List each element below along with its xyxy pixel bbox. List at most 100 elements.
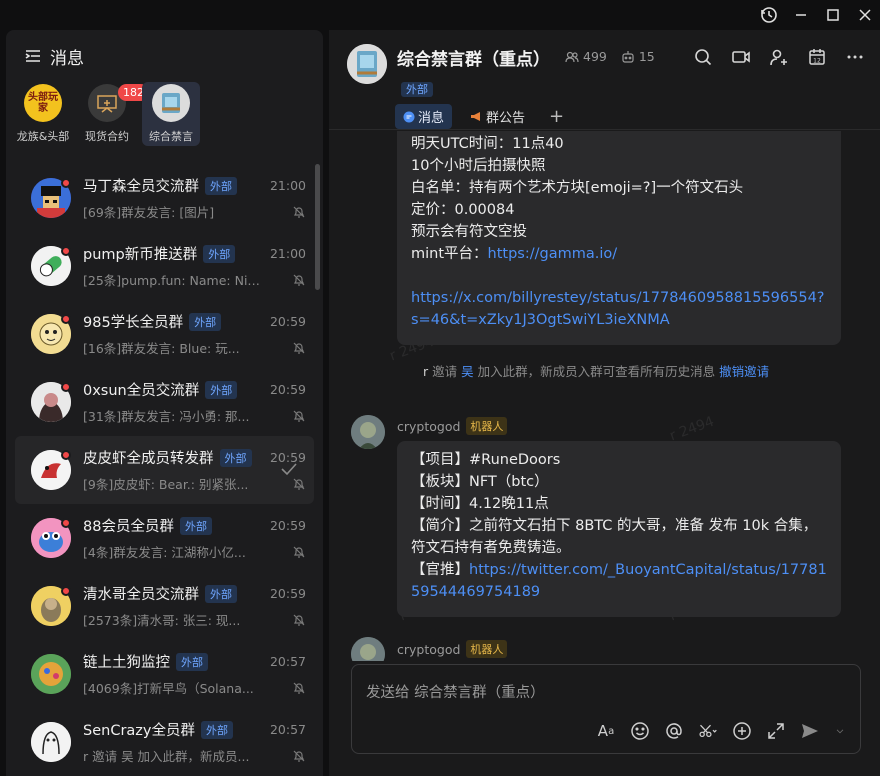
- message-composer[interactable]: 发送给 综合禁言群（重点） Aa: [351, 664, 861, 754]
- system-verb: 邀请: [432, 364, 458, 379]
- conversation-time: 21:00: [269, 178, 306, 193]
- conversation-item[interactable]: pump新币推送群 外部 21:00 [25条]pump.fun: Name: …: [15, 232, 314, 300]
- svg-text:12: 12: [813, 58, 821, 65]
- avatar[interactable]: [351, 415, 385, 449]
- message-line: 明天UTC时间：11点40: [411, 136, 564, 152]
- avatar: [31, 722, 71, 762]
- bot-count[interactable]: 15: [621, 49, 655, 64]
- message-line: mint平台：: [411, 246, 488, 262]
- message-line: 【板块】NFT（btc）: [411, 474, 549, 490]
- conversation-item[interactable]: 0xsun全员交流群 外部 20:59 [31条]群友发言: 冯小勇: 那...: [15, 368, 314, 436]
- sender-name[interactable]: cryptogod: [397, 419, 460, 434]
- chat-header: 综合禁言群（重点） 499 15 外部 12 消息 群公告 +: [329, 30, 880, 130]
- pinned-chat-3[interactable]: 综合禁言: [142, 82, 200, 146]
- conversation-preview: [31条]群友发言: 冯小勇: 那...: [83, 409, 250, 424]
- conversation-time: 20:59: [269, 382, 306, 397]
- external-tag: 外部: [189, 312, 222, 331]
- add-member-icon[interactable]: [768, 46, 790, 68]
- unread-dot: [61, 314, 71, 324]
- minimize-icon[interactable]: [786, 0, 816, 30]
- conversation-sidebar: 消息 头部玩家 龙族&头部 182 现货合约 综合禁言 马丁森全员交流群 外部 …: [6, 30, 323, 776]
- conversation-item[interactable]: SenCrazy全员群 外部 20:57 r 邀请 吴 加入此群，新成员...: [15, 708, 314, 776]
- conversation-time: 20:59: [269, 314, 306, 329]
- muted-bell-icon: [293, 274, 305, 286]
- pinned-chat-2[interactable]: 182 现货合约: [78, 82, 149, 146]
- external-tag: 外部: [203, 244, 236, 263]
- group-avatar[interactable]: [347, 44, 387, 84]
- message-bubble[interactable]: 明天UTC时间：11点40 10个小时后拍摄快照 白名单：持有两个艺术方块[em…: [397, 131, 841, 345]
- message-sender: cryptogod 机器人: [397, 417, 508, 435]
- conversation-preview: [69条]群友发言: [图片]: [83, 205, 215, 220]
- conversation-name: 88会员全员群: [83, 519, 174, 535]
- close-icon[interactable]: [850, 0, 880, 30]
- external-tag: 外部: [179, 516, 212, 535]
- external-tag: 外部: [200, 720, 233, 739]
- avatar-logo-text: 头部玩家: [28, 92, 58, 114]
- more-options-icon[interactable]: [844, 46, 866, 68]
- conversation-item[interactable]: 清水哥全员交流群 外部 20:59 [2573条]清水哥: 张三: 现...: [15, 572, 314, 640]
- composer-placeholder: 发送给 综合禁言群（重点）: [366, 685, 545, 701]
- expand-icon[interactable]: [766, 721, 786, 741]
- add-circle-icon[interactable]: [732, 721, 752, 741]
- emoji-icon[interactable]: [630, 721, 650, 741]
- conversation-list-scrollbar[interactable]: [315, 164, 320, 290]
- message-link[interactable]: https://gamma.io/: [488, 246, 618, 262]
- group-meta: 499 15: [565, 49, 655, 64]
- message-line: 预示会有符文空投: [411, 224, 527, 240]
- external-tag: 外部: [205, 176, 237, 195]
- watermark: r 2494: [667, 413, 717, 445]
- avatar: 头部玩家: [24, 84, 62, 122]
- conversation-item[interactable]: 88会员全员群 外部 20:59 [4条]群友发言: 江湖称小亿...: [15, 504, 314, 572]
- pinned-chats: 头部玩家 龙族&头部 182 现货合约 综合禁言: [6, 82, 323, 168]
- checkmark-icon[interactable]: [278, 458, 300, 480]
- conversation-name: pump新币推送群: [83, 247, 198, 263]
- maximize-icon[interactable]: [818, 0, 848, 30]
- megaphone-icon: [471, 112, 481, 121]
- chevron-down-icon[interactable]: [834, 721, 846, 741]
- avatar[interactable]: [351, 637, 385, 661]
- message-link[interactable]: https://twitter.com/_BuoyantCapital/stat…: [411, 562, 827, 600]
- sender-name[interactable]: cryptogod: [397, 642, 460, 657]
- conversation-item[interactable]: 链上土狗监控 外部 20:57 [4069条]打新早鸟（Solana...: [15, 640, 314, 708]
- message-line: 10个小时后拍摄快照: [411, 158, 546, 174]
- send-icon[interactable]: [800, 721, 820, 741]
- revoke-invite-link[interactable]: 撤销邀请: [719, 364, 769, 379]
- conversation-item[interactable]: 皮皮虾全成员转发群 外部 20:59 [9条]皮皮虾: Bear.: 别紧张..…: [15, 436, 314, 504]
- pinned-chat-1[interactable]: 头部玩家 龙族&头部: [14, 82, 72, 146]
- scissors-icon[interactable]: [698, 721, 718, 741]
- message-line: 白名单：持有两个艺术方块[emoji=?]一个符文石头: [411, 180, 744, 196]
- unread-dot: [61, 178, 71, 188]
- member-count[interactable]: 499: [565, 49, 607, 64]
- muted-bell-icon: [293, 546, 305, 558]
- conversation-name: 马丁森全员交流群: [83, 179, 199, 195]
- conversation-name: 皮皮虾全成员转发群: [83, 451, 214, 467]
- text-format-icon[interactable]: Aa: [596, 721, 616, 741]
- search-icon[interactable]: [692, 46, 714, 68]
- video-call-icon[interactable]: [730, 46, 752, 68]
- group-title[interactable]: 综合禁言群（重点）: [397, 45, 550, 70]
- conversation-preview: [4069条]打新早鸟（Solana...: [83, 681, 254, 696]
- calendar-icon[interactable]: 12: [806, 46, 828, 68]
- invited-user[interactable]: 吴: [461, 364, 474, 379]
- message-bubble[interactable]: 【项目】#RuneDoors 【板块】NFT（btc） 【时间】4.12晚11点…: [397, 441, 841, 617]
- conversation-item[interactable]: 985学长全员群 外部 20:59 [16条]群友发言: Blue: 玩...: [15, 300, 314, 368]
- add-tab-icon[interactable]: +: [549, 106, 564, 127]
- conversation-list: 马丁森全员交流群 外部 21:00 [69条]群友发言: [图片] pump新币…: [6, 164, 323, 776]
- message-sender: cryptogod 机器人: [397, 640, 508, 658]
- conversation-time: 20:57: [269, 654, 306, 669]
- mention-icon[interactable]: [664, 721, 684, 741]
- tab-announcement[interactable]: 群公告: [462, 104, 533, 129]
- external-tag: 外部: [176, 652, 208, 671]
- history-icon[interactable]: [754, 0, 784, 30]
- bot-tag: 机器人: [466, 640, 508, 658]
- chat-bubble-icon: [403, 111, 415, 122]
- message-link[interactable]: https://x.com/billyrestey/status/1778460…: [411, 290, 825, 328]
- tab-messages[interactable]: 消息: [395, 104, 453, 129]
- conversation-item[interactable]: 马丁森全员交流群 外部 21:00 [69条]群友发言: [图片]: [15, 164, 314, 232]
- muted-bell-icon: [293, 410, 305, 422]
- avatar: [31, 654, 71, 694]
- sidebar-title: 消息: [50, 48, 84, 69]
- collapse-menu-icon[interactable]: [24, 47, 42, 65]
- tab-label: 消息: [418, 111, 445, 126]
- conversation-name: 985学长全员群: [83, 315, 184, 331]
